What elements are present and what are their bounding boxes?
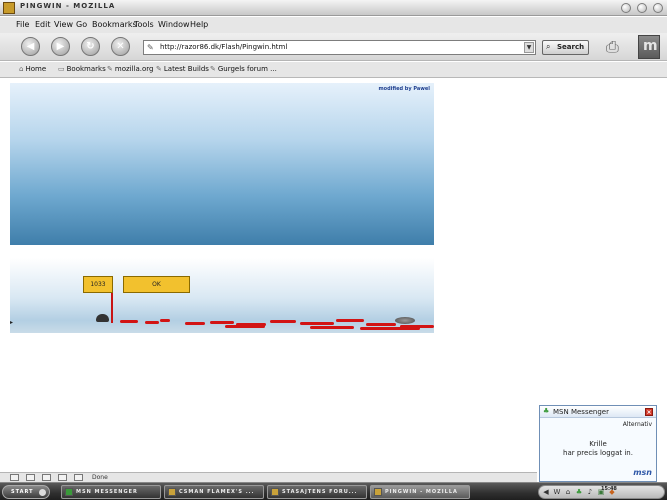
- close-button[interactable]: [653, 3, 663, 13]
- blood-trail: [145, 321, 159, 324]
- blood-trail: [366, 323, 396, 326]
- menu-bookmarks[interactable]: Bookmarks: [92, 20, 137, 29]
- home-link[interactable]: ⌂ Home: [19, 65, 46, 73]
- msn-buddy-icon: [65, 488, 73, 496]
- msn-header: ♣ MSN Messenger ×: [540, 406, 656, 418]
- bookmarks-icon: ▭: [58, 65, 65, 73]
- bookmark-icon: ✎: [107, 65, 113, 73]
- blood-trail: [225, 325, 265, 328]
- close-icon[interactable]: ×: [645, 408, 653, 416]
- blood-trail: [360, 327, 420, 330]
- throbber-mark: ⅿ: [643, 38, 658, 54]
- page-icon: ✎: [147, 43, 154, 52]
- taskbar-item-msn[interactable]: MSN MESSENGER: [61, 485, 161, 499]
- menu-tools[interactable]: Tools: [134, 20, 154, 29]
- msn-contact-name[interactable]: Krille: [540, 440, 656, 448]
- search-icon: ⌕: [546, 42, 551, 51]
- speaker-icon[interactable]: ♪: [586, 488, 594, 496]
- reload-icon[interactable]: ↻: [81, 37, 100, 56]
- taskbar-item-flamex[interactable]: CSMAN FLAMEX'S ...: [164, 485, 264, 499]
- blood-trail: [210, 321, 234, 324]
- game-sky: [10, 83, 434, 245]
- start-label: START: [11, 489, 34, 495]
- browser-icon[interactable]: [10, 474, 19, 481]
- maximize-button[interactable]: [637, 3, 647, 13]
- menu-edit[interactable]: Edit: [35, 20, 51, 29]
- window-title-bar[interactable]: Pingwin - Mozilla: [0, 0, 667, 16]
- left-arrow-icon: ▸: [10, 319, 14, 326]
- clock: 15:48: [601, 486, 617, 492]
- flash-game[interactable]: modified by Pawel 1033 OK ▸: [10, 83, 434, 333]
- start-orb-icon: [39, 489, 46, 496]
- msn-notification[interactable]: ♣ MSN Messenger × Alternativ Krille har …: [539, 405, 657, 482]
- game-credit: modified by Pawel: [378, 86, 430, 92]
- status-text: Done: [92, 474, 108, 481]
- tray-arrow-icon[interactable]: ◀: [542, 488, 550, 496]
- browser-icon: [374, 488, 382, 496]
- latest-builds-link[interactable]: ✎ Latest Builds: [156, 65, 209, 73]
- start-button[interactable]: START: [2, 485, 50, 499]
- stop-icon[interactable]: ✕: [111, 37, 130, 56]
- mozilla-link[interactable]: ✎ mozilla.org: [107, 65, 153, 73]
- print-icon[interactable]: ⎙: [606, 37, 632, 57]
- window-title: Pingwin - Mozilla: [20, 2, 116, 10]
- bookmark-icon: ✎: [156, 65, 162, 73]
- menu-view[interactable]: View: [54, 20, 73, 29]
- winamp-icon[interactable]: W: [553, 488, 561, 496]
- ok-button[interactable]: OK: [123, 276, 190, 293]
- browser-icon: [271, 488, 279, 496]
- address-book-icon[interactable]: [58, 474, 67, 481]
- menu-go[interactable]: Go: [76, 20, 87, 29]
- desktop-screen: Pingwin - Mozilla File Edit View Go Book…: [0, 0, 667, 500]
- taskbar-item-forum[interactable]: STASAJTENS FORU...: [267, 485, 367, 499]
- composer-icon[interactable]: [42, 474, 51, 481]
- mozilla-throbber-icon[interactable]: ⅿ: [638, 35, 660, 59]
- browser-icon: [168, 488, 176, 496]
- url-text: http://razor86.dk/Flash/Pingwin.html: [160, 43, 288, 51]
- msn-buddy-icon: ♣: [543, 407, 550, 415]
- penguin-sprite: [96, 314, 109, 322]
- menu-help[interactable]: Help: [190, 20, 208, 29]
- minimize-button[interactable]: [621, 3, 631, 13]
- lock-icon[interactable]: ⌂: [564, 488, 572, 496]
- url-dropdown-icon[interactable]: ▼: [524, 42, 534, 53]
- msn-title: MSN Messenger: [553, 408, 609, 416]
- irc-icon[interactable]: [74, 474, 83, 481]
- msn-buddy-icon[interactable]: ♣: [575, 488, 583, 496]
- blood-trail: [270, 320, 296, 323]
- msn-message: har precis loggat in.: [563, 449, 633, 457]
- blood-trail: [120, 320, 138, 323]
- menu-file[interactable]: File: [16, 20, 29, 29]
- blood-trail: [300, 322, 334, 325]
- forward-arrow-icon[interactable]: ▶: [51, 37, 70, 56]
- url-input[interactable]: ✎ http://razor86.dk/Flash/Pingwin.html ▼: [143, 40, 536, 55]
- mail-icon[interactable]: [26, 474, 35, 481]
- search-button[interactable]: ⌕ Search: [542, 40, 589, 55]
- bookmark-icon: ✎: [210, 65, 216, 73]
- back-arrow-icon[interactable]: ◀: [21, 37, 40, 56]
- msn-logo: msn: [633, 468, 652, 477]
- home-icon: ⌂: [19, 65, 24, 73]
- msn-options-link[interactable]: Alternativ: [623, 421, 652, 428]
- personal-toolbar: ⌂ Home ▭ Bookmarks ✎ mozilla.org ✎ Latest Bu…: [0, 62, 667, 78]
- blood-trail: [160, 319, 170, 322]
- mozilla-app-icon: [3, 2, 15, 14]
- status-bar: Done: [0, 472, 537, 482]
- blood-trail: [336, 319, 364, 322]
- menu-window[interactable]: Window: [158, 20, 190, 29]
- menu-bar: File Edit View Go Bookmarks Tools Window…: [0, 17, 667, 33]
- blood-trail: [185, 322, 205, 325]
- taskbar: START MSN MESSENGER CSMAN FLAMEX'S ... S…: [0, 482, 667, 500]
- blood-trail: [310, 326, 354, 329]
- gurgels-forum-link[interactable]: ✎ Gurgels forum ...: [210, 65, 277, 73]
- bookmarks-link[interactable]: ▭ Bookmarks: [58, 65, 106, 73]
- yeti-disk-sprite: [395, 317, 415, 324]
- score-display: 1033: [83, 276, 113, 293]
- taskbar-item-pingwin[interactable]: PINGWIN - MOZILLA: [370, 485, 470, 499]
- navigation-toolbar: ◀ ▶ ↻ ✕ ✎ http://razor86.dk/Flash/Pingwi…: [0, 33, 667, 61]
